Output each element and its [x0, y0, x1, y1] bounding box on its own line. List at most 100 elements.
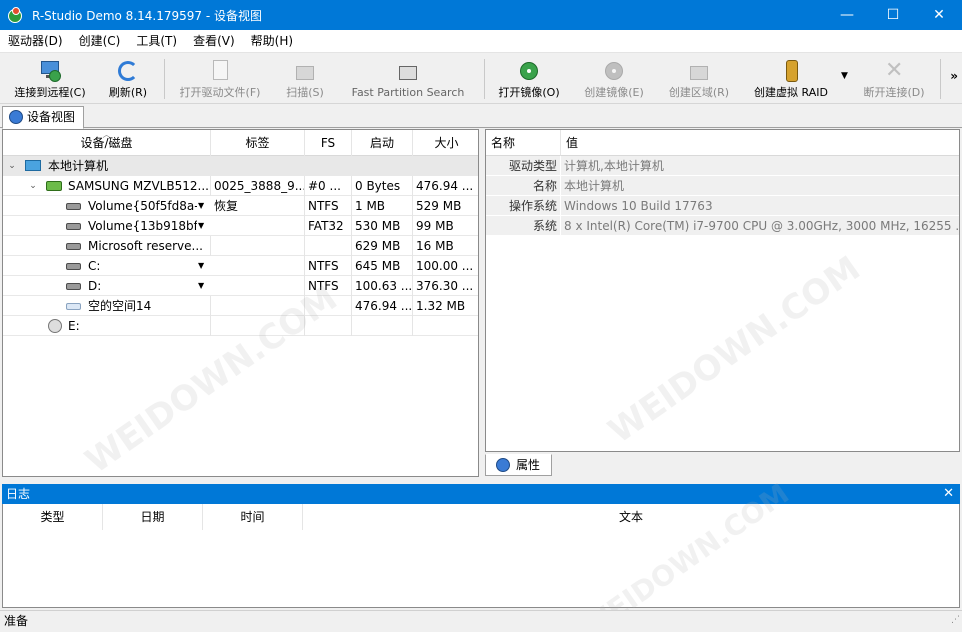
refresh-button[interactable]: 刷新(R) [100, 55, 156, 103]
property-row[interactable]: 操作系统 Windows 10 Build 17763 [486, 196, 959, 216]
raid-icon [778, 58, 804, 84]
fast-partition-search-button[interactable]: Fast Partition Search [342, 55, 474, 103]
property-row[interactable]: 系统 8 x Intel(R) Core(TM) i7-9700 CPU @ 3… [486, 216, 959, 236]
create-region-button[interactable]: 创建区域(R) [662, 55, 736, 103]
property-key: 驱动类型 [486, 156, 561, 176]
status-bar: 准备 ⋰ [0, 610, 962, 632]
properties-header-value[interactable]: 值 [561, 130, 959, 156]
device-name: SAMSUNG MZVLB512... [65, 176, 211, 196]
create-virtual-raid-label: 创建虚拟 RAID [754, 86, 828, 99]
remote-computer-icon [37, 58, 63, 84]
property-row[interactable]: 名称 本地计算机 [486, 176, 959, 196]
device-size: 99 MB [416, 219, 454, 233]
device-fs: FAT32 [305, 216, 352, 236]
device-start: 530 MB [352, 216, 413, 236]
volume-icon [66, 203, 81, 210]
tree-row-disk[interactable]: ⌄ SAMSUNG MZVLB512... 0025_3888_9... #0 … [3, 176, 478, 196]
watermark-text: WEIDOWN.COM [601, 248, 868, 452]
resize-grip-icon[interactable]: ⋰ [951, 610, 960, 630]
properties-header-name[interactable]: 名称 [486, 130, 561, 156]
device-start: 0 Bytes [352, 176, 413, 196]
device-label [211, 316, 305, 336]
log-header-date[interactable]: 日期 [103, 504, 203, 530]
menu-create[interactable]: 创建(C) [71, 30, 129, 52]
column-header-size[interactable]: 大小 [413, 130, 478, 156]
device-label: 恢复 [211, 196, 305, 216]
property-value: 8 x Intel(R) Core(TM) i7-9700 CPU @ 3.00… [564, 219, 959, 233]
device-name: E: [65, 316, 211, 336]
collapse-icon[interactable]: ⌄ [6, 156, 18, 176]
sort-caret-icon: ︿ [102, 130, 111, 139]
device-start: 100.63 ... [352, 276, 413, 296]
disconnect-button[interactable]: ✕ 断开连接(D) [856, 55, 932, 103]
open-files-icon [207, 58, 233, 84]
toolbar-overflow-button[interactable]: » [950, 69, 958, 83]
properties-icon [496, 458, 510, 472]
tab-properties[interactable]: 属性 [485, 454, 552, 476]
menu-bar: 驱动器(D) 创建(C) 工具(T) 查看(V) 帮助(H) [0, 30, 962, 52]
row-dropdown-icon[interactable]: ▼ [198, 196, 204, 216]
tab-device-view[interactable]: 设备视图 [2, 106, 85, 129]
hard-disk-icon [46, 181, 62, 191]
log-header-time[interactable]: 时间 [203, 504, 303, 530]
maximize-button[interactable]: ☐ [870, 0, 916, 30]
open-image-button[interactable]: 打开镜像(O) [492, 55, 566, 103]
device-fs [305, 236, 352, 256]
tree-row-drive-e[interactable]: E: [3, 316, 478, 336]
minimize-button[interactable]: — [824, 0, 870, 30]
column-header-device[interactable]: ︿ 设备/磁盘 [3, 130, 211, 156]
device-label [211, 236, 305, 256]
menu-tools[interactable]: 工具(T) [128, 30, 185, 52]
volume-icon [66, 283, 81, 290]
tab-device-view-label: 设备视图 [27, 110, 76, 124]
device-start: 1 MB [352, 196, 413, 216]
menu-view[interactable]: 查看(V) [185, 30, 243, 52]
device-name: Microsoft reserve... [85, 236, 211, 256]
scan-button[interactable]: 扫描(S) [278, 55, 332, 103]
open-image-icon [516, 58, 542, 84]
status-text: 准备 [4, 614, 29, 628]
device-label [211, 216, 305, 236]
log-header-text[interactable]: 文本 [303, 504, 959, 530]
open-drive-files-button[interactable]: 打开驱动文件(F) [172, 55, 268, 103]
row-dropdown-icon[interactable]: ▼ [198, 276, 204, 296]
title-bar: R-Studio Demo 8.14.179597 - 设备视图 — ☐ ✕ [0, 0, 962, 30]
view-tab-strip: 设备视图 [0, 105, 962, 129]
device-size: 100.00 ... [416, 259, 474, 273]
menu-drive[interactable]: 驱动器(D) [0, 30, 71, 52]
create-virtual-raid-button[interactable]: 创建虚拟 RAID [746, 55, 836, 103]
close-button[interactable]: ✕ [916, 0, 962, 30]
create-image-button[interactable]: 创建镜像(E) [576, 55, 652, 103]
column-header-fs[interactable]: FS [305, 130, 352, 156]
tree-row-local-computer[interactable]: ⌄ 本地计算机 [3, 156, 478, 176]
tree-row-empty-space[interactable]: 空的空间14 476.94 ... 1.32 MB [3, 296, 478, 316]
log-close-button[interactable]: ✕ [943, 484, 954, 504]
tree-row-volume-c[interactable]: C: ▼ NTFS 645 MB 100.00 ... [3, 256, 478, 276]
row-dropdown-icon[interactable]: ▼ [198, 216, 204, 236]
tree-row-volume[interactable]: Microsoft reserve... 629 MB 16 MB [3, 236, 478, 256]
log-header-type[interactable]: 类型 [3, 504, 103, 530]
device-label: 0025_3888_9... [211, 176, 305, 196]
scan-icon [292, 58, 318, 84]
column-header-label[interactable]: 标签 [211, 130, 305, 156]
menu-help[interactable]: 帮助(H) [243, 30, 301, 52]
volume-icon [66, 263, 81, 270]
device-list-pane: ︿ 设备/磁盘 标签 FS 启动 大小 ⌄ 本地计算机 ⌄ SAMSUNG MZ… [2, 129, 479, 477]
tree-row-volume[interactable]: Volume{50f5fd8a-... ▼ 恢复 NTFS 1 MB 529 M… [3, 196, 478, 216]
column-header-start[interactable]: 启动 [352, 130, 413, 156]
connect-remote-button[interactable]: 连接到远程(C) [8, 55, 92, 103]
device-grid-header: ︿ 设备/磁盘 标签 FS 启动 大小 [3, 130, 478, 156]
device-fs: #0 ... [305, 176, 352, 196]
toolbar-separator [164, 59, 165, 99]
row-dropdown-icon[interactable]: ▼ [198, 256, 204, 276]
raid-dropdown-arrow[interactable]: ▼ [841, 71, 848, 81]
device-label [211, 256, 305, 276]
collapse-icon[interactable]: ⌄ [27, 176, 39, 196]
window-title: R-Studio Demo 8.14.179597 - 设备视图 [32, 8, 262, 23]
property-row[interactable]: 驱动类型 计算机,本地计算机 [486, 156, 959, 176]
log-panel: 类型 日期 时间 文本 WEIDOWN.COM [2, 477, 960, 632]
device-size: 529 MB [416, 199, 462, 213]
tree-row-volume[interactable]: Volume{13b918bf-... ▼ FAT32 530 MB 99 MB [3, 216, 478, 236]
tree-row-volume-d[interactable]: D: ▼ NTFS 100.63 ... 376.30 ... [3, 276, 478, 296]
device-fs: NTFS [305, 256, 352, 276]
